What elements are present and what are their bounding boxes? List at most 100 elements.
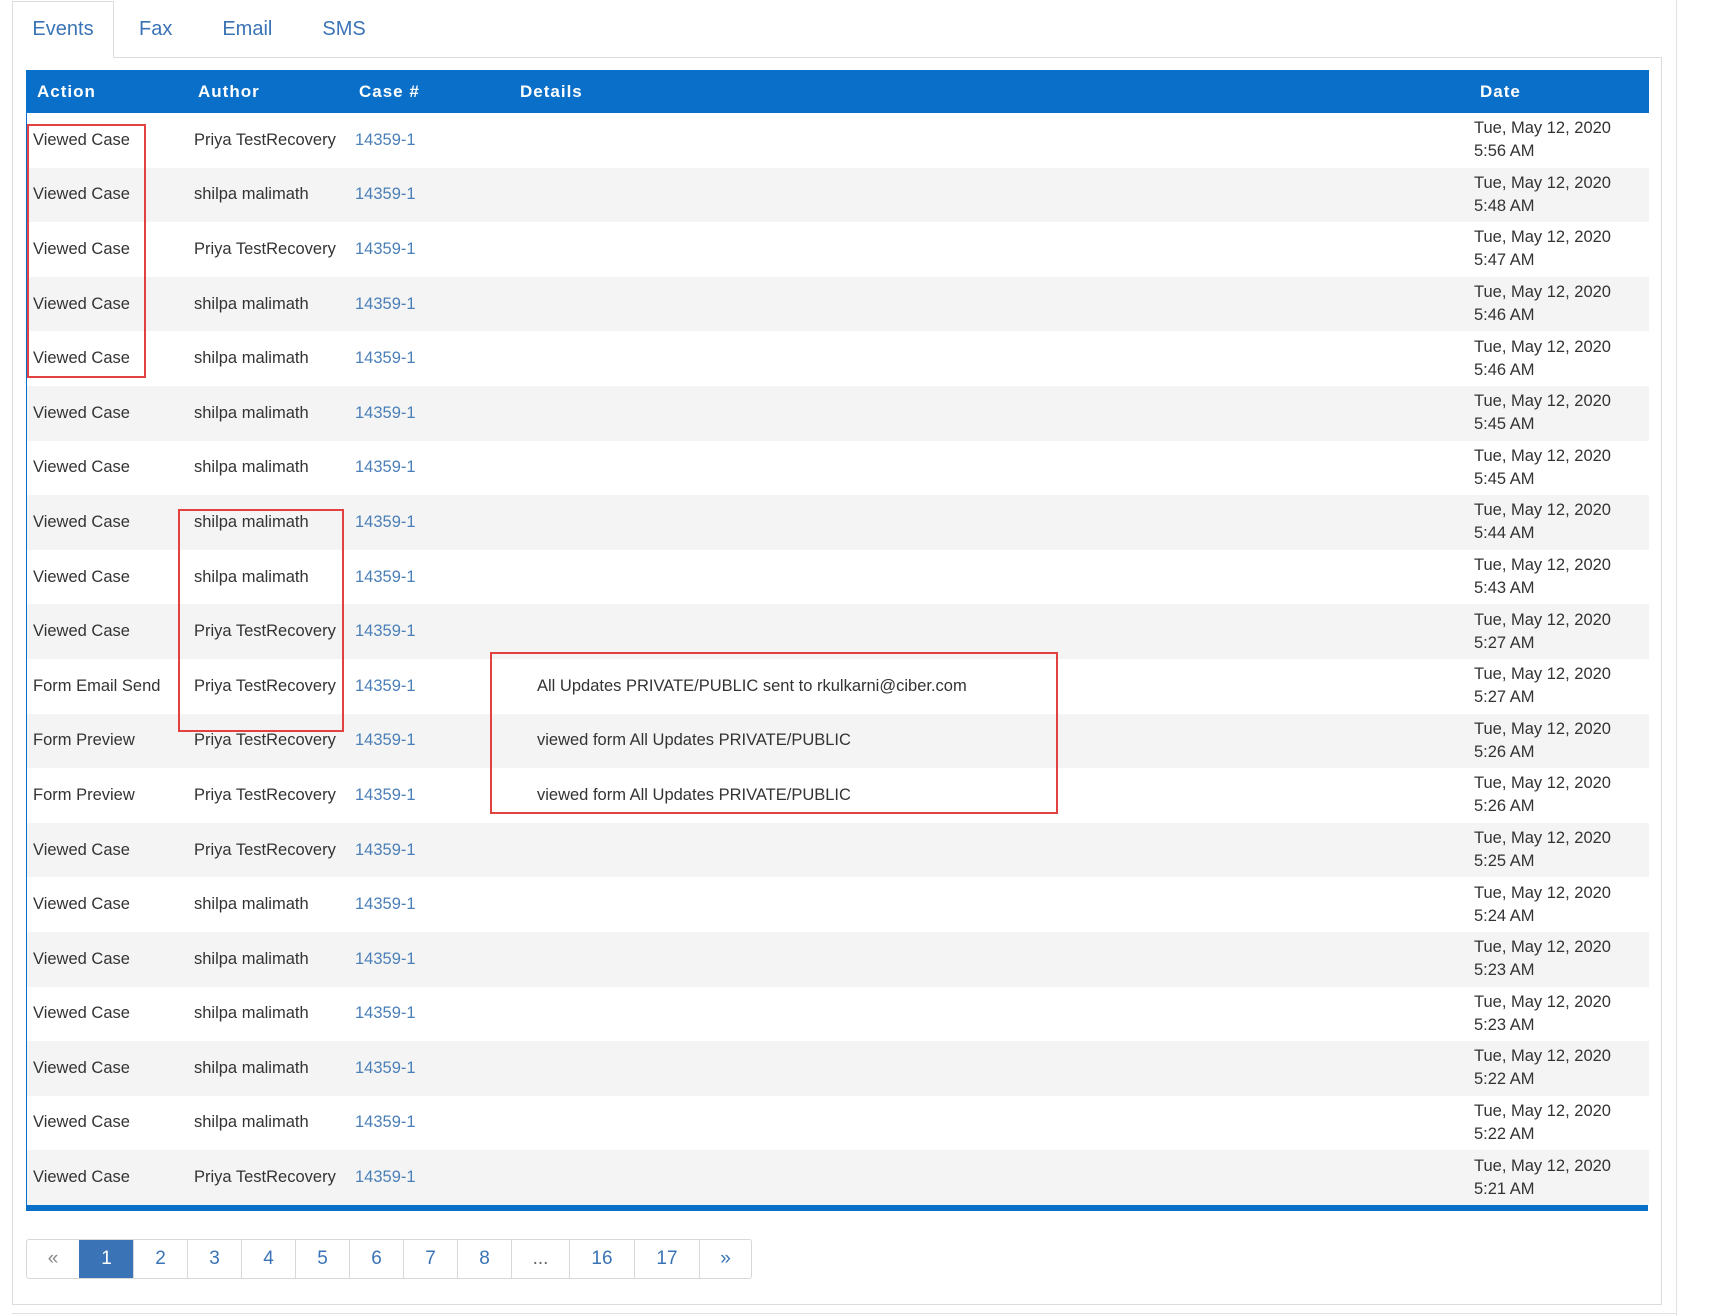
table-row: Viewed Case shilpa malimath 14359-1 Tue, Ma… bbox=[27, 440, 1649, 496]
cell-action: Viewed Case bbox=[27, 167, 188, 223]
cell-date: Tue, May 12, 2020 5:56 AM bbox=[1470, 113, 1649, 168]
table-row: Viewed Case shilpa malimath 14359-1 Tue, Ma… bbox=[27, 986, 1649, 1042]
time-text: 5:48 AM bbox=[1474, 196, 1535, 215]
cell-action: Viewed Case bbox=[27, 113, 188, 168]
tab-email[interactable]: Email bbox=[197, 1, 297, 57]
table-row: Viewed Case shilpa malimath 14359-1 Tue, Ma… bbox=[27, 385, 1649, 441]
column-header-details[interactable]: Details bbox=[510, 70, 1470, 113]
case-link[interactable]: 14359-1 bbox=[355, 895, 416, 913]
case-link[interactable]: 14359-1 bbox=[355, 349, 416, 367]
cell-date: Tue, May 12, 2020 5:47 AM bbox=[1470, 222, 1649, 277]
date-text: Tue, May 12, 2020 bbox=[1474, 719, 1611, 738]
date-text: Tue, May 12, 2020 bbox=[1474, 228, 1611, 247]
cell-date: Tue, May 12, 2020 5:48 AM bbox=[1470, 167, 1649, 223]
cell-action: Viewed Case bbox=[27, 604, 188, 659]
case-link[interactable]: 14359-1 bbox=[355, 295, 416, 313]
cell-date: Tue, May 12, 2020 5:23 AM bbox=[1470, 931, 1649, 987]
table-row: Viewed Case shilpa malimath 14359-1 Tue, Ma… bbox=[27, 1041, 1649, 1096]
cell-action: Form Preview bbox=[27, 713, 188, 769]
cell-author: Priya TestRecovery bbox=[188, 113, 349, 168]
cell-date: Tue, May 12, 2020 5:45 AM bbox=[1470, 440, 1649, 496]
cell-date: Tue, May 12, 2020 5:43 AM bbox=[1470, 549, 1649, 605]
page-3[interactable]: 3 bbox=[187, 1240, 241, 1278]
page-16[interactable]: 16 bbox=[569, 1240, 634, 1278]
cell-details: viewed form All Updates PRIVATE/PUBLIC bbox=[510, 713, 1470, 769]
time-text: 5:26 AM bbox=[1474, 797, 1535, 816]
cell-case: 14359-1 bbox=[349, 276, 510, 332]
cell-author: Priya TestRecovery bbox=[188, 604, 349, 659]
case-link[interactable]: 14359-1 bbox=[355, 731, 416, 749]
time-text: 5:22 AM bbox=[1474, 1124, 1535, 1143]
case-link[interactable]: 14359-1 bbox=[355, 568, 416, 586]
date-text: Tue, May 12, 2020 bbox=[1474, 938, 1611, 957]
page-5[interactable]: 5 bbox=[295, 1240, 349, 1278]
cell-date: Tue, May 12, 2020 5:27 AM bbox=[1470, 604, 1649, 659]
table-row: Viewed Case shilpa malimath 14359-1 Tue, Ma… bbox=[27, 877, 1649, 932]
cell-details bbox=[510, 385, 1470, 441]
cell-details: All Updates PRIVATE/PUBLIC sent to rkulk… bbox=[510, 658, 1470, 714]
page-1[interactable]: 1 bbox=[79, 1240, 133, 1278]
case-link[interactable]: 14359-1 bbox=[355, 404, 416, 422]
date-text: Tue, May 12, 2020 bbox=[1474, 1101, 1611, 1120]
case-link[interactable]: 14359-1 bbox=[355, 622, 416, 640]
page-7[interactable]: 7 bbox=[403, 1240, 457, 1278]
cell-case: 14359-1 bbox=[349, 877, 510, 932]
panel-right-border bbox=[1676, 0, 1677, 1316]
column-header-author[interactable]: Author bbox=[188, 70, 349, 113]
cell-case: 14359-1 bbox=[349, 1041, 510, 1096]
tab-sms[interactable]: SMS bbox=[297, 1, 390, 57]
page-prev-button[interactable]: « bbox=[27, 1240, 79, 1278]
cell-action: Viewed Case bbox=[27, 1041, 188, 1096]
cell-date: Tue, May 12, 2020 5:27 AM bbox=[1470, 658, 1649, 714]
table-row: Form Email Send Priya TestRecovery 14359-1… bbox=[27, 658, 1649, 714]
cell-case: 14359-1 bbox=[349, 713, 510, 769]
cell-action: Viewed Case bbox=[27, 549, 188, 605]
date-text: Tue, May 12, 2020 bbox=[1474, 119, 1611, 138]
case-link[interactable]: 14359-1 bbox=[355, 1168, 416, 1186]
case-link[interactable]: 14359-1 bbox=[355, 185, 416, 203]
tab-fax[interactable]: Fax bbox=[114, 1, 197, 57]
date-text: Tue, May 12, 2020 bbox=[1474, 337, 1611, 356]
cell-author: shilpa malimath bbox=[188, 931, 349, 987]
tab-events[interactable]: Events bbox=[12, 1, 114, 58]
cell-date: Tue, May 12, 2020 5:46 AM bbox=[1470, 276, 1649, 332]
column-header-date[interactable]: Date bbox=[1470, 70, 1649, 113]
page-17[interactable]: 17 bbox=[634, 1240, 699, 1278]
column-header-action[interactable]: Action bbox=[27, 70, 188, 113]
cell-case: 14359-1 bbox=[349, 331, 510, 386]
cell-case: 14359-1 bbox=[349, 986, 510, 1042]
cell-case: 14359-1 bbox=[349, 222, 510, 277]
time-text: 5:46 AM bbox=[1474, 306, 1535, 325]
cell-date: Tue, May 12, 2020 5:45 AM bbox=[1470, 385, 1649, 441]
time-text: 5:22 AM bbox=[1474, 1070, 1535, 1089]
table-row: Viewed Case Priya TestRecovery 14359-1 Tue,… bbox=[27, 822, 1649, 878]
table-row: Viewed Case shilpa malimath 14359-1 Tue, Ma… bbox=[27, 931, 1649, 987]
case-link[interactable]: 14359-1 bbox=[355, 677, 416, 695]
time-text: 5:45 AM bbox=[1474, 469, 1535, 488]
page-next-button[interactable]: » bbox=[699, 1240, 751, 1278]
time-text: 5:23 AM bbox=[1474, 1015, 1535, 1034]
date-text: Tue, May 12, 2020 bbox=[1474, 173, 1611, 192]
page-8[interactable]: 8 bbox=[457, 1240, 511, 1278]
date-text: Tue, May 12, 2020 bbox=[1474, 610, 1611, 629]
case-link[interactable]: 14359-1 bbox=[355, 131, 416, 149]
case-link[interactable]: 14359-1 bbox=[355, 513, 416, 531]
page-2[interactable]: 2 bbox=[133, 1240, 187, 1278]
case-link[interactable]: 14359-1 bbox=[355, 1059, 416, 1077]
case-link[interactable]: 14359-1 bbox=[355, 458, 416, 476]
case-link[interactable]: 14359-1 bbox=[355, 1113, 416, 1131]
page-6[interactable]: 6 bbox=[349, 1240, 403, 1278]
table-row: Viewed Case shilpa malimath 14359-1 Tue, Ma… bbox=[27, 549, 1649, 605]
case-link[interactable]: 14359-1 bbox=[355, 240, 416, 258]
page-4[interactable]: 4 bbox=[241, 1240, 295, 1278]
case-link[interactable]: 14359-1 bbox=[355, 950, 416, 968]
cell-case: 14359-1 bbox=[349, 768, 510, 823]
cell-details bbox=[510, 549, 1470, 605]
case-link[interactable]: 14359-1 bbox=[355, 786, 416, 804]
cell-date: Tue, May 12, 2020 5:26 AM bbox=[1470, 713, 1649, 769]
column-header-case[interactable]: Case # bbox=[349, 70, 510, 113]
cell-action: Form Email Send bbox=[27, 658, 188, 714]
case-link[interactable]: 14359-1 bbox=[355, 841, 416, 859]
cell-author: shilpa malimath bbox=[188, 1095, 349, 1151]
case-link[interactable]: 14359-1 bbox=[355, 1004, 416, 1022]
